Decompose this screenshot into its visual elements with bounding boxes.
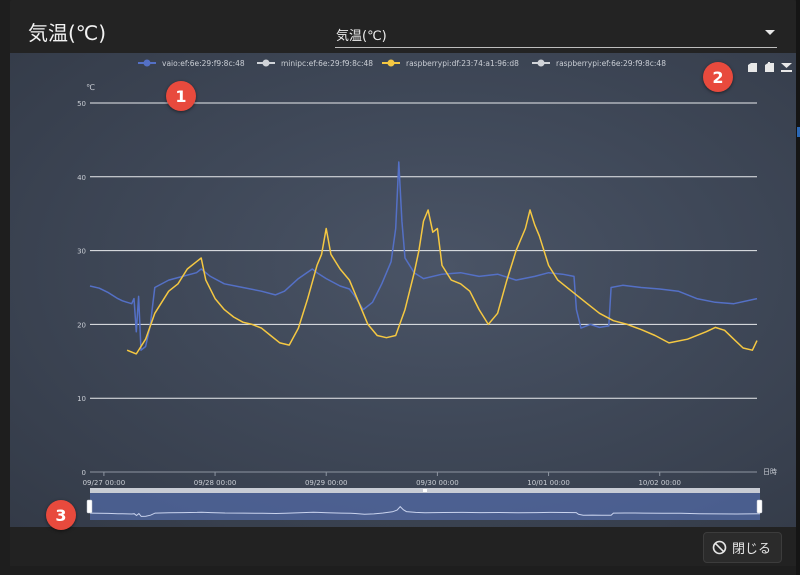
chart-grid: ℃ 0 10 20 30 40 50 bbox=[77, 83, 757, 477]
modal-footer: 閉じる bbox=[10, 527, 796, 566]
data-zoom-slider[interactable] bbox=[86, 488, 763, 520]
annotation-badge-1: 1 bbox=[166, 81, 196, 111]
chart-series bbox=[89, 161, 758, 355]
legend-label: minipc:ef:6e:29:f9:8c:48 bbox=[281, 59, 373, 68]
chevron-down-icon bbox=[765, 30, 775, 35]
legend-label: vaio:ef:6e:29:f9:8c:48 bbox=[162, 59, 245, 68]
legend-marker bbox=[387, 59, 395, 67]
y-tick-label: 0 bbox=[82, 469, 86, 477]
metric-select-value: 気温(℃) bbox=[336, 29, 387, 44]
y-tick-label: 50 bbox=[77, 100, 86, 108]
legend-label: raspberrypi:ef:6e:29:f9:8c:48 bbox=[556, 59, 666, 68]
legend-marker bbox=[537, 59, 545, 67]
metric-select[interactable]: 気温(℃) bbox=[335, 19, 777, 48]
legend-label: raspberrypi:df:23:74:a1:96:d8 bbox=[406, 59, 519, 68]
y-tick-label: 20 bbox=[77, 321, 86, 329]
x-tick-label: 09/28 00:00 bbox=[194, 479, 237, 487]
temperature-line-chart: vaio:ef:6e:29:f9:8c:48 minipc:ef:6e:29:f9… bbox=[77, 59, 777, 520]
y-tick-label: 40 bbox=[77, 174, 86, 182]
close-button-label: 閉じる bbox=[731, 542, 771, 557]
zoom-grip bbox=[423, 489, 427, 492]
close-button[interactable]: 閉じる bbox=[702, 532, 782, 563]
series-line bbox=[89, 161, 758, 351]
chart-panel: vaio:ef:6e:29:f9:8c:48 minipc:ef:6e:29:f9… bbox=[10, 53, 796, 527]
background-edge bbox=[796, 0, 800, 575]
zoom-icon[interactable] bbox=[747, 62, 758, 73]
zoom-reset-icon[interactable] bbox=[764, 62, 775, 73]
prohibit-icon bbox=[712, 540, 727, 555]
modal-title: 気温(℃) bbox=[28, 21, 107, 45]
x-tick-label: 10/01 00:00 bbox=[527, 479, 570, 487]
x-tick-label: 09/27 00:00 bbox=[83, 479, 126, 487]
zoom-track bbox=[90, 493, 760, 520]
x-axis: 09/27 00:00 09/28 00:00 09/29 00:00 09/30 0… bbox=[83, 468, 777, 487]
zoom-handle-right bbox=[756, 499, 763, 514]
chart-legend: vaio:ef:6e:29:f9:8c:48 minipc:ef:6e:29:f9… bbox=[138, 59, 666, 68]
x-tick-label: 09/30 00:00 bbox=[416, 479, 459, 487]
x-axis-label: 日時 bbox=[763, 468, 777, 476]
y-tick-label: 30 bbox=[77, 248, 86, 256]
annotation-badge-3: 3 bbox=[46, 500, 76, 530]
legend-marker bbox=[143, 59, 151, 67]
y-tick-label: 10 bbox=[77, 395, 86, 403]
chart-modal: 気温(℃) 気温(℃) vaio:ef:6e:29:f9:8c:48 minipc… bbox=[10, 0, 796, 566]
zoom-handle-left bbox=[86, 499, 93, 514]
app-frame: 気温(℃) 気温(℃) vaio:ef:6e:29:f9:8c:48 minipc… bbox=[0, 0, 800, 575]
x-tick-label: 09/29 00:00 bbox=[305, 479, 348, 487]
download-icon[interactable] bbox=[781, 62, 792, 73]
x-tick-label: 10/02 00:00 bbox=[638, 479, 681, 487]
legend-marker bbox=[262, 59, 270, 67]
chart-toolbox bbox=[747, 62, 792, 73]
y-axis-unit: ℃ bbox=[86, 83, 95, 92]
annotation-badge-2: 2 bbox=[703, 62, 733, 92]
